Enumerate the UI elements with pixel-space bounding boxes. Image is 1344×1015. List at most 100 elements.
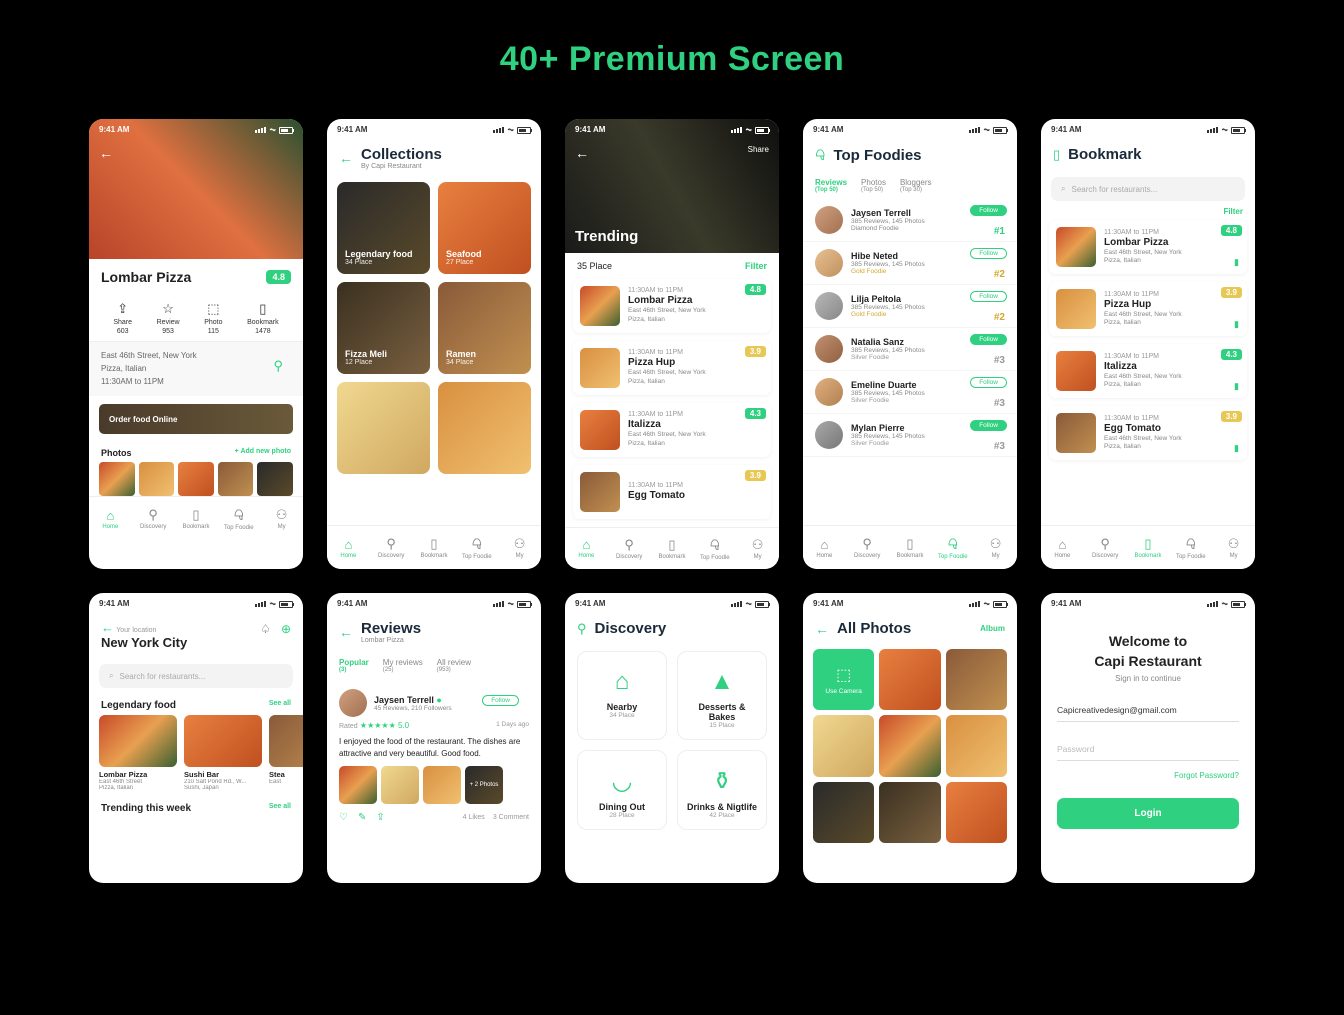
tab-bloggers[interactable]: Bloggers(Top 30) [900, 178, 932, 193]
nav-topfoodie[interactable]: 𐃃Top Foodie [693, 528, 736, 569]
discovery-card-drinks[interactable]: ⚱Drinks & Nigtlife42 Place [677, 750, 767, 830]
nav-my[interactable]: ⚇My [974, 526, 1017, 569]
avatar[interactable] [339, 689, 367, 717]
album-button[interactable]: Album [980, 624, 1005, 633]
nav-bookmark[interactable]: ▯Bookmark [1127, 526, 1170, 569]
follow-button[interactable]: Follow [970, 291, 1007, 302]
filter-button[interactable]: Filter [745, 261, 767, 271]
nav-discovery[interactable]: ⚲Discovery [370, 526, 413, 569]
nav-discovery[interactable]: ⚲Discovery [846, 526, 889, 569]
foodie-row[interactable]: Emeline Duarte385 Reviews, 145 PhotosSil… [803, 371, 1017, 414]
nav-topfoodie[interactable]: 𐃃Top Foodie [217, 497, 260, 540]
share-button[interactable]: Share [748, 145, 769, 154]
photo-cell[interactable] [813, 782, 874, 843]
back-icon[interactable]: ← [99, 145, 113, 161]
photo-cell[interactable] [946, 782, 1007, 843]
filter-button[interactable]: Filter [1223, 207, 1243, 216]
collection-card[interactable]: Ramen34 Place [438, 282, 531, 374]
share-icon[interactable]: ⇪ [376, 812, 384, 823]
bookmark-icon[interactable]: ▮ [1234, 257, 1239, 268]
nav-bookmark[interactable]: ▯Bookmark [889, 526, 932, 569]
see-all-button[interactable]: See all [269, 700, 291, 711]
nav-home[interactable]: ⌂Home [89, 497, 132, 540]
tab-popular[interactable]: Popular(3) [339, 658, 369, 673]
nav-discovery[interactable]: ⚲Discovery [1084, 526, 1127, 569]
search-input[interactable]: ⌕Search for restaurants... [1051, 177, 1245, 201]
see-all-button[interactable]: See all [269, 803, 291, 814]
collection-card[interactable] [337, 382, 430, 474]
back-icon[interactable]: ← [339, 624, 353, 640]
photo-cell[interactable] [813, 715, 874, 776]
follow-button[interactable]: Follow [970, 377, 1007, 388]
nav-my[interactable]: ⚇My [260, 497, 303, 540]
photo-button[interactable]: ⬚Photo115 [204, 301, 222, 335]
follow-button[interactable]: Follow [970, 205, 1007, 216]
foodie-row[interactable]: Hibe Neted385 Reviews, 145 PhotosGold Fo… [803, 242, 1017, 285]
nav-discovery[interactable]: ⚲Discovery [132, 497, 175, 540]
foodie-row[interactable]: Natalia Sanz385 Reviews, 145 PhotosSilve… [803, 328, 1017, 371]
follow-button[interactable]: Follow [970, 334, 1007, 345]
foodie-row[interactable]: Lilja Peltola385 Reviews, 145 PhotosGold… [803, 285, 1017, 328]
more-photos[interactable]: + 2 Photos [465, 766, 503, 804]
collection-card[interactable]: Legendary food34 Place [337, 182, 430, 274]
like-icon[interactable]: ♡ [339, 812, 348, 823]
list-item[interactable]: 11:30AM to 11PMItalizzaEast 46th Street,… [573, 403, 771, 457]
photo-cell[interactable] [946, 649, 1007, 710]
nav-home[interactable]: ⌂Home [803, 526, 846, 569]
collection-card[interactable]: Seafood27 Place [438, 182, 531, 274]
photo-cell[interactable] [946, 715, 1007, 776]
collection-card[interactable] [438, 382, 531, 474]
plus-icon[interactable]: ⊕ [281, 622, 291, 636]
nav-bookmark[interactable]: ▯Bookmark [651, 528, 694, 569]
tab-all-review[interactable]: All review(953) [437, 658, 471, 673]
list-item[interactable]: 11:30AM to 11PMLombar PizzaEast 46th Str… [573, 279, 771, 333]
nav-topfoodie[interactable]: 𐃃Top Foodie [931, 526, 974, 569]
follow-button[interactable]: Follow [970, 420, 1007, 431]
nav-bookmark[interactable]: ▯Bookmark [175, 497, 218, 540]
back-icon[interactable]: ← [101, 620, 114, 635]
nav-my[interactable]: ⚇My [1212, 526, 1255, 569]
share-button[interactable]: ⇪Share603 [113, 301, 132, 335]
nav-topfoodie[interactable]: 𐃃Top Foodie [455, 526, 498, 569]
comment-icon[interactable]: ✎ [358, 812, 366, 823]
add-photo-button[interactable]: + Add new photo [235, 448, 291, 458]
photo-cell[interactable] [879, 715, 940, 776]
restaurant-card[interactable]: SteaEast [269, 715, 303, 791]
search-input[interactable]: ⌕Search for restaurants... [99, 664, 293, 688]
nav-home[interactable]: ⌂Home [1041, 526, 1084, 569]
discovery-card-dining[interactable]: ◡Dining Out28 Place [577, 750, 667, 830]
order-online-button[interactable]: Order food Online [99, 404, 293, 434]
nav-topfoodie[interactable]: 𐃃Top Foodie [1169, 526, 1212, 569]
discovery-card-nearby[interactable]: ⌂Nearby34 Place [577, 651, 667, 740]
list-item[interactable]: 11:30AM to 11PMEgg TomatoEast 46th Stree… [1049, 406, 1247, 460]
restaurant-card[interactable]: Lombar PizzaEast 46th StreetPizza, Itali… [99, 715, 177, 791]
nav-home[interactable]: ⌂Home [327, 526, 370, 569]
forgot-password-link[interactable]: Forgot Password? [1057, 771, 1239, 780]
foodie-row[interactable]: Jaysen Terrell385 Reviews, 145 PhotosDia… [803, 199, 1017, 242]
foodie-row[interactable]: Mylan Pierre385 Reviews, 145 PhotosSilve… [803, 414, 1017, 457]
list-item[interactable]: 11:30AM to 11PMLombar PizzaEast 46th Str… [1049, 220, 1247, 274]
tab-photos[interactable]: Photos(Top 50) [861, 178, 886, 193]
restaurant-card[interactable]: Sushi Bar210 Salt Pond Rd., W...Sushi, J… [184, 715, 262, 791]
list-item[interactable]: 11:30AM to 11PMPizza HupEast 46th Street… [573, 341, 771, 395]
nav-my[interactable]: ⚇My [736, 528, 779, 569]
bookmark-icon[interactable]: ▮ [1234, 319, 1239, 330]
email-field[interactable]: Capicreativedesign@gmail.com [1057, 705, 1239, 722]
bookmark-icon[interactable]: ▮ [1234, 443, 1239, 454]
photo-cell[interactable] [879, 782, 940, 843]
bell-icon[interactable]: ♤ [260, 622, 271, 636]
use-camera-button[interactable]: ⬚Use Camera [813, 649, 874, 710]
list-item[interactable]: 11:30AM to 11PMEgg Tomato 3.9 [573, 465, 771, 519]
review-button[interactable]: ☆Review953 [157, 301, 180, 335]
back-icon[interactable]: ← [575, 145, 589, 161]
pin-icon[interactable]: ⚲ [273, 356, 283, 377]
nav-bookmark[interactable]: ▯Bookmark [413, 526, 456, 569]
login-button[interactable]: Login [1057, 798, 1239, 829]
back-icon[interactable]: ← [339, 150, 353, 166]
nav-discovery[interactable]: ⚲Discovery [608, 528, 651, 569]
tab-reviews[interactable]: Reviews(Top 50) [815, 178, 847, 193]
discovery-card-desserts[interactable]: ▲Desserts & Bakes15 Place [677, 651, 767, 740]
photo-cell[interactable] [879, 649, 940, 710]
password-field[interactable]: Password [1057, 744, 1239, 761]
nav-my[interactable]: ⚇My [498, 526, 541, 569]
